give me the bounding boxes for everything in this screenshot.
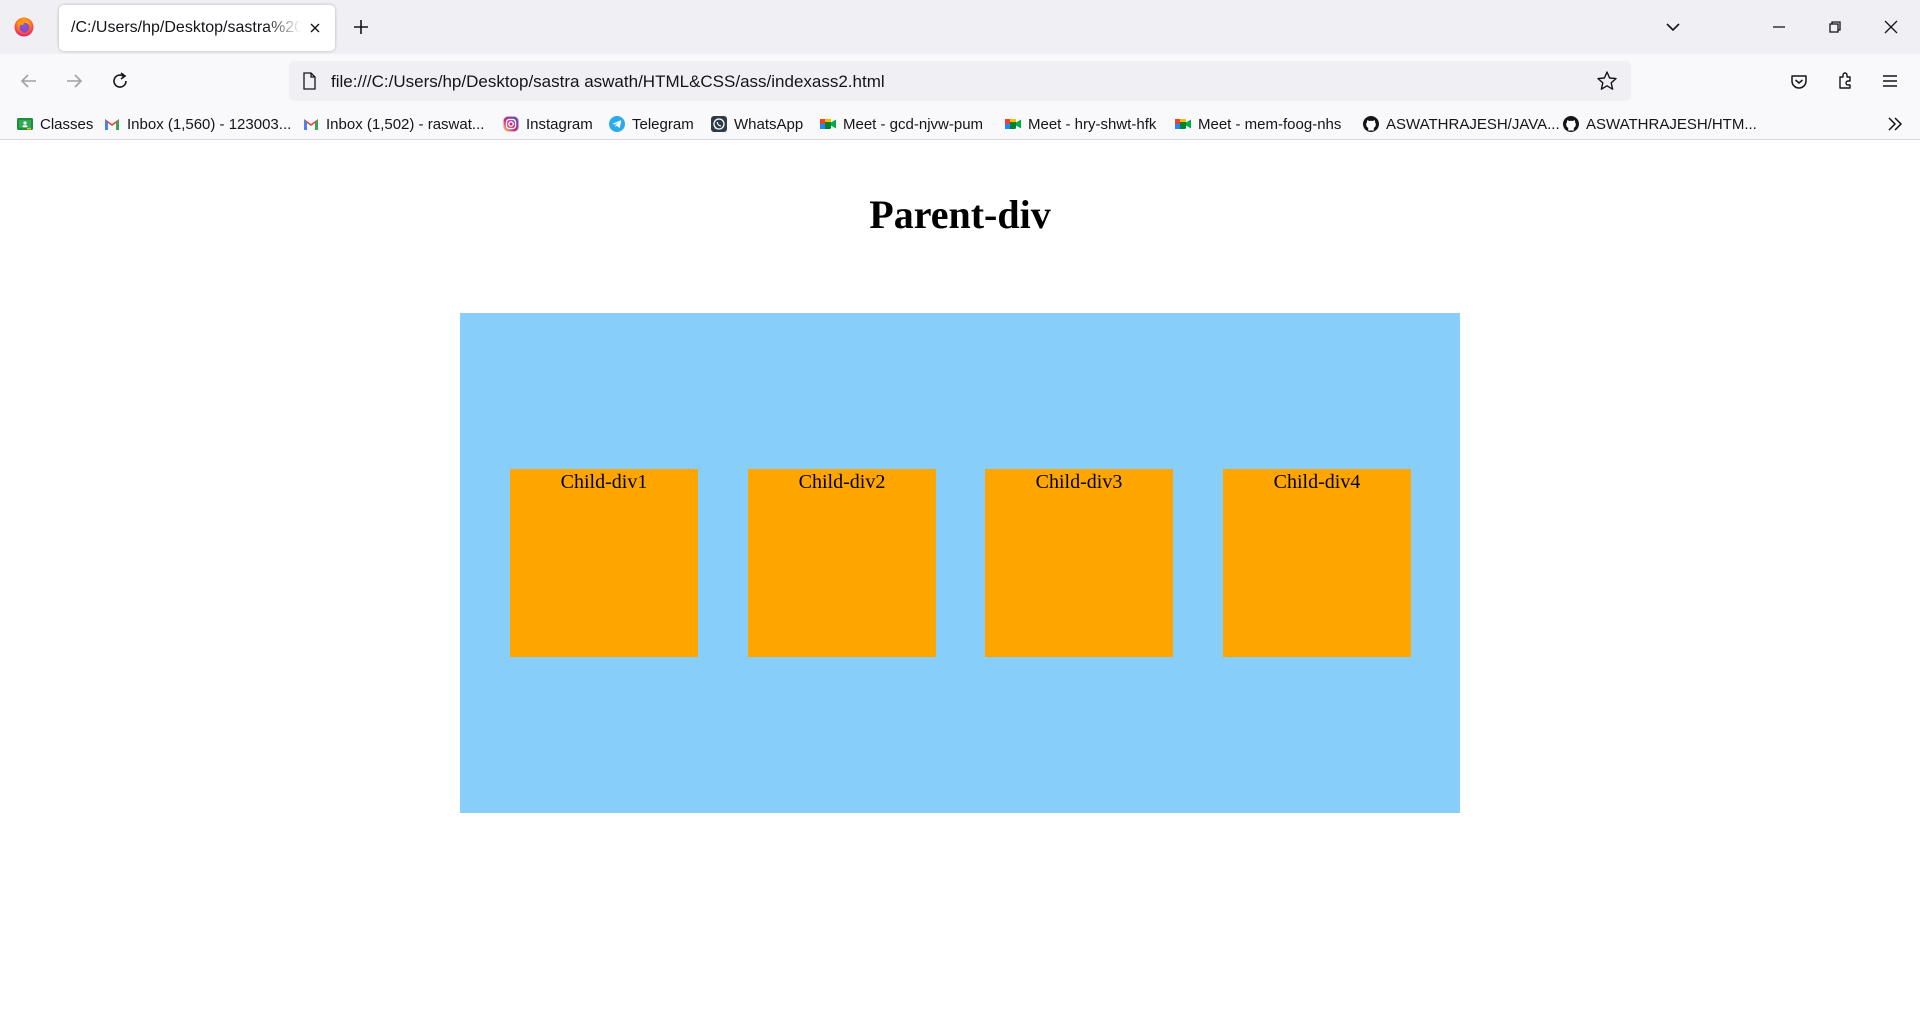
- meet-icon: [1175, 119, 1191, 129]
- child-div-3: Child-div3: [985, 469, 1173, 657]
- back-icon[interactable]: [16, 68, 42, 94]
- github-icon: [1363, 116, 1379, 132]
- page-content: Parent-div Child-div1 Child-div2 Child-d…: [0, 141, 1920, 1018]
- star-icon[interactable]: [1595, 69, 1619, 93]
- bookmark-instagram[interactable]: Instagram: [502, 113, 593, 135]
- navigation-toolbar: file:///C:/Users/hp/Desktop/sastra aswat…: [0, 54, 1920, 108]
- bookmarks-toolbar: Classes Inbox (1,560) - 123003... Inbox …: [0, 108, 1920, 140]
- menu-icon[interactable]: [1877, 68, 1903, 94]
- page-icon[interactable]: [299, 71, 319, 91]
- plus-icon[interactable]: [350, 16, 372, 38]
- pocket-icon[interactable]: [1786, 68, 1812, 94]
- meet-icon: [1005, 119, 1021, 129]
- instagram-icon: [503, 116, 519, 132]
- child-div-1: Child-div1: [510, 469, 698, 657]
- telegram-icon: [609, 116, 625, 132]
- bookmark-classes[interactable]: Classes: [16, 113, 93, 135]
- bookmark-label: Telegram: [632, 115, 694, 133]
- github-icon: [1563, 116, 1579, 132]
- chevron-down-icon[interactable]: [1662, 16, 1684, 38]
- bookmark-label: Inbox (1,560) - 123003...: [127, 115, 292, 133]
- bookmark-label: Classes: [40, 115, 94, 133]
- gmail-icon: [105, 119, 119, 130]
- classroom-icon: [17, 118, 33, 130]
- tab-active[interactable]: /C:/Users/hp/Desktop/sastra%20aswath/HTM…: [59, 5, 335, 51]
- bookmark-label: ASWATHRAJESH/HTM...: [1586, 115, 1757, 133]
- firefox-icon[interactable]: [13, 16, 35, 38]
- bookmark-whatsapp[interactable]: WhatsApp: [710, 113, 803, 135]
- bookmark-inbox-1[interactable]: Inbox (1,560) - 123003...: [103, 113, 291, 135]
- close-icon[interactable]: [307, 20, 323, 36]
- bookmark-label: Meet - gcd-njvw-pum: [843, 115, 984, 133]
- close-icon[interactable]: [1878, 14, 1904, 40]
- bookmark-inbox-2[interactable]: Inbox (1,502) - raswat...: [302, 113, 484, 135]
- minimize-icon[interactable]: [1766, 14, 1792, 40]
- bookmark-meet-3[interactable]: Meet - mem-foog-nhs: [1174, 113, 1341, 135]
- bookmark-label: ASWATHRAJESH/JAVA...: [1386, 115, 1560, 133]
- bookmark-label: WhatsApp: [734, 115, 804, 133]
- bookmark-github-java[interactable]: ASWATHRAJESH/JAVA...: [1362, 113, 1560, 135]
- bookmark-label: Meet - hry-shwt-hfk: [1028, 115, 1157, 133]
- bookmark-meet-1[interactable]: Meet - gcd-njvw-pum: [819, 113, 983, 135]
- meet-icon: [820, 119, 836, 129]
- address-bar[interactable]: file:///C:/Users/hp/Desktop/sastra aswat…: [289, 61, 1631, 101]
- double-chevron-icon[interactable]: [1884, 113, 1906, 135]
- parent-div: Child-div1 Child-div2 Child-div3 Child-d…: [460, 313, 1460, 813]
- bookmark-label: Inbox (1,502) - raswat...: [326, 115, 485, 133]
- restore-icon[interactable]: [1822, 14, 1848, 40]
- page-heading: Parent-div: [869, 192, 1051, 237]
- reload-icon[interactable]: [107, 68, 133, 94]
- child-div-2: Child-div2: [748, 469, 936, 657]
- forward-icon[interactable]: [61, 68, 87, 94]
- bookmark-label: Instagram: [526, 115, 593, 133]
- url-text[interactable]: file:///C:/Users/hp/Desktop/sastra aswat…: [331, 72, 885, 92]
- extensions-icon[interactable]: [1832, 68, 1858, 94]
- bookmark-telegram[interactable]: Telegram: [608, 113, 694, 135]
- bookmark-meet-2[interactable]: Meet - hry-shwt-hfk: [1004, 113, 1156, 135]
- gmail-icon: [304, 119, 318, 130]
- tab-title: /C:/Users/hp/Desktop/sastra%20aswath/HTM…: [71, 19, 301, 36]
- bookmark-label: Meet - mem-foog-nhs: [1198, 115, 1342, 133]
- child-div-4: Child-div4: [1223, 469, 1411, 657]
- bookmark-github-html[interactable]: ASWATHRAJESH/HTM...: [1562, 113, 1757, 135]
- whatsapp-icon: [711, 116, 727, 132]
- tab-strip: /C:/Users/hp/Desktop/sastra%20aswath/HTM…: [0, 0, 1920, 54]
